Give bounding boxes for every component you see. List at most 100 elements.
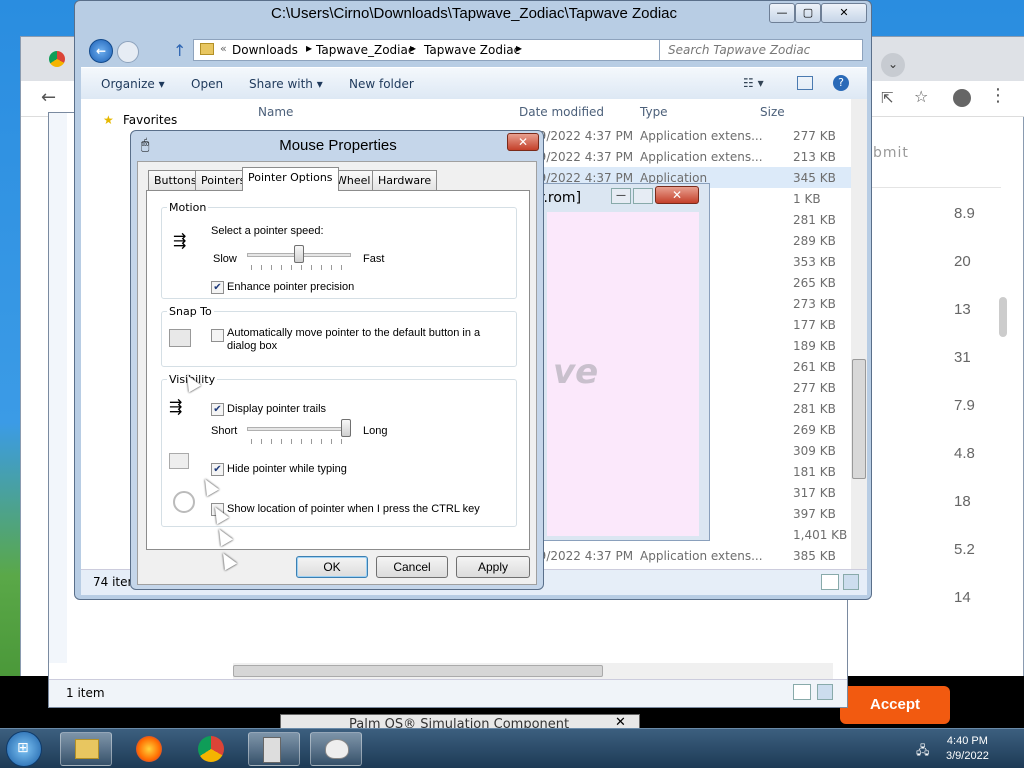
back-icon[interactable]: ← <box>89 39 113 63</box>
tab-hardware[interactable]: Hardware <box>372 170 438 190</box>
pointer-options-panel: Motion ⇶ Select a pointer speed: Slow Fa… <box>146 190 530 550</box>
emulator-screen[interactable]: ve <box>547 212 699 536</box>
preview-view-icon[interactable] <box>817 684 833 700</box>
breadcrumb-current[interactable]: Tapwave Zodiac <box>424 43 520 57</box>
breadcrumb-tapwave-zodiac[interactable]: Tapwave_Zodiac <box>316 43 414 57</box>
search-input[interactable]: Search Tapwave Zodiac <box>659 39 863 61</box>
trails-checkbox[interactable]: ✔ <box>211 403 224 416</box>
details-view-icon[interactable] <box>821 574 839 590</box>
cell-size: 177 KB <box>793 318 836 332</box>
organize-button[interactable]: Organize ▾ <box>101 77 165 91</box>
trail-slider-track[interactable] <box>247 427 351 431</box>
palm-device-icon <box>263 737 281 763</box>
fast-label: Fast <box>363 253 385 265</box>
forward-icon[interactable] <box>117 41 139 63</box>
command-bar: Organize ▾ Open Share with ▾ New folder … <box>81 67 867 99</box>
column-size[interactable]: Size <box>760 105 785 119</box>
back-arrow-icon[interactable]: ← <box>41 87 56 108</box>
maximize-button[interactable]: ▢ <box>795 3 821 23</box>
divider <box>861 187 1001 188</box>
star-icon[interactable]: ☆ <box>914 87 928 106</box>
minimize-button[interactable]: — <box>611 188 631 204</box>
percent-value: 13 <box>954 301 971 318</box>
trail-slider-ticks <box>251 439 351 444</box>
dialog-body: Buttons Pointers Pointer Options Wheel H… <box>137 161 537 585</box>
profile-icon[interactable] <box>953 89 971 107</box>
snap-checkbox[interactable] <box>211 329 224 342</box>
open-button[interactable]: Open <box>191 77 223 91</box>
start-button[interactable]: ⊞ <box>6 731 42 767</box>
breadcrumb-separator: ▸ <box>410 41 417 55</box>
tab-pointer-options[interactable]: Pointer Options <box>242 167 339 191</box>
cell-size: 317 KB <box>793 486 836 500</box>
cell-size: 189 KB <box>793 339 836 353</box>
share-with-button[interactable]: Share with ▾ <box>249 77 323 91</box>
preview-view-icon[interactable] <box>843 574 859 590</box>
snap-group-label: Snap To <box>167 305 214 318</box>
horizontal-scrollbar[interactable] <box>233 663 833 679</box>
column-name[interactable]: Name <box>258 105 293 119</box>
taskbar-chrome[interactable] <box>186 732 238 766</box>
percent-value: 5.2 <box>954 541 975 558</box>
minimize-button[interactable]: — <box>769 3 795 23</box>
hide-typing-label: Hide pointer while typing <box>227 463 347 475</box>
tapwave-logo: ve <box>553 352 599 392</box>
accept-button[interactable]: Accept <box>840 686 950 724</box>
hide-typing-checkbox[interactable]: ✔ <box>211 463 224 476</box>
scroll-thumb[interactable] <box>233 665 603 677</box>
breadcrumb-separator: ▸ <box>306 41 313 55</box>
taskbar-explorer[interactable] <box>60 732 112 766</box>
dialog-title: Mouse Properties <box>279 137 397 154</box>
address-bar[interactable]: « Downloads ▸ Tapwave_Zodiac ▸ Tapwave Z… <box>193 39 721 61</box>
status-text: 1 item <box>66 686 105 700</box>
share-icon[interactable]: ⇱ <box>881 89 894 107</box>
breadcrumb-downloads[interactable]: Downloads <box>232 43 298 57</box>
column-type[interactable]: Type <box>640 105 668 119</box>
close-button[interactable]: ✕ <box>507 133 539 151</box>
chrome-icon[interactable] <box>49 51 65 67</box>
breadcrumb-overflow[interactable]: « <box>220 42 227 55</box>
vertical-scrollbar[interactable] <box>851 99 867 569</box>
window-title: C:\Users\Cirno\Downloads\Tapwave_Zodiac\… <box>270 5 678 22</box>
cell-size: 345 KB <box>793 171 836 185</box>
snap-label: Automatically move pointer to the defaul… <box>227 327 481 352</box>
scroll-thumb[interactable] <box>852 359 866 479</box>
nav-favorites[interactable]: Favorites <box>123 113 177 127</box>
long-label: Long <box>363 425 388 437</box>
network-icon[interactable]: 🖧 <box>916 741 929 762</box>
trail-slider-thumb[interactable] <box>341 419 351 437</box>
taskbar-palm-sim[interactable] <box>248 732 300 766</box>
speed-pointer-icon: ⇶ <box>173 231 187 250</box>
close-button[interactable]: ✕ <box>821 3 867 23</box>
preview-pane-icon[interactable] <box>797 76 813 90</box>
up-arrow-icon[interactable]: ↑ <box>173 41 186 60</box>
details-view-icon[interactable] <box>793 684 811 700</box>
menu-dots-icon[interactable]: ⋮ <box>989 85 1007 106</box>
help-icon[interactable]: ? <box>833 75 849 91</box>
apply-button[interactable]: Apply <box>456 556 530 578</box>
clock[interactable]: 4:40 PM 3/9/2022 <box>946 734 989 764</box>
percent-value: 14 <box>954 589 971 606</box>
taskbar-mouse-properties[interactable] <box>310 732 362 766</box>
nav-pane <box>49 113 67 663</box>
cell-size: 181 KB <box>793 465 836 479</box>
precision-checkbox[interactable]: ✔ <box>211 281 224 294</box>
status-bar: 1 item <box>49 679 847 707</box>
taskbar-firefox[interactable] <box>124 732 176 766</box>
speed-slider-ticks <box>251 265 351 270</box>
speed-slider-thumb[interactable] <box>294 245 304 263</box>
column-date[interactable]: Date modified <box>519 105 604 119</box>
cancel-button[interactable]: Cancel <box>376 556 448 578</box>
views-icon[interactable]: ☷ ▾ <box>743 76 764 90</box>
close-button[interactable]: ✕ <box>655 186 699 204</box>
snap-button-icon <box>169 329 191 347</box>
chevron-down-icon[interactable]: ⌄ <box>881 53 905 77</box>
trails-icon: ⇶ <box>169 397 183 416</box>
maximize-button[interactable] <box>633 188 653 204</box>
percent-value: 18 <box>954 493 971 510</box>
new-folder-button[interactable]: New folder <box>349 77 414 91</box>
page-scrollbar[interactable] <box>999 297 1007 337</box>
ok-button[interactable]: OK <box>296 556 368 578</box>
submit-text[interactable]: bmit <box>873 145 909 161</box>
clock-time: 4:40 PM <box>946 735 988 747</box>
